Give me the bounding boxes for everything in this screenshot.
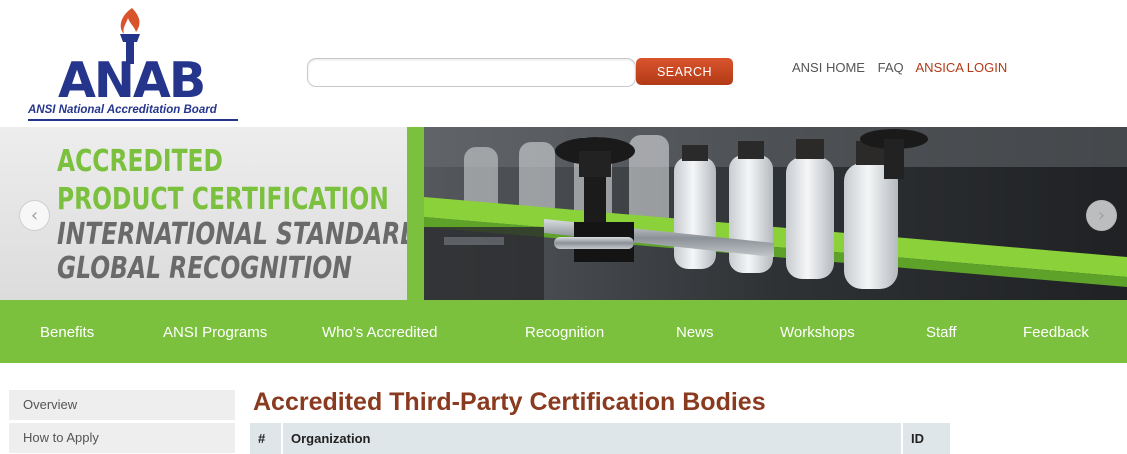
- page-title: Accredited Third-Party Certification Bod…: [253, 388, 766, 416]
- nav-item-news[interactable]: News: [676, 324, 714, 341]
- main-nav: Benefits ANSI Programs Who's Accredited …: [0, 300, 1127, 363]
- table-header: # Organization ID: [250, 423, 950, 454]
- top-links: ANSI HOME FAQ ANSICA LOGIN: [792, 60, 1016, 75]
- column-header-number[interactable]: #: [250, 423, 281, 454]
- banner-accent-bar: [407, 127, 424, 300]
- logo-underline: [28, 119, 238, 121]
- banner-text-panel: ACCREDITED PRODUCT CERTIFICATION INTERNA…: [0, 127, 437, 300]
- sidebar-menu: Overview How to Apply: [9, 390, 235, 454]
- carousel-prev-button[interactable]: ‹: [19, 200, 50, 231]
- banner-photo: [424, 127, 1127, 300]
- banner-subheadline: INTERNATIONAL STANDARDS: [57, 217, 437, 252]
- nav-item-workshops[interactable]: Workshops: [780, 324, 855, 341]
- column-header-id[interactable]: ID: [903, 423, 950, 454]
- hero-carousel: ACCREDITED PRODUCT CERTIFICATION INTERNA…: [0, 127, 1127, 300]
- search-button[interactable]: SEARCH: [636, 58, 733, 85]
- sidebar-item-how-to-apply[interactable]: How to Apply: [9, 423, 235, 453]
- nav-item-whos-accredited[interactable]: Who's Accredited: [322, 324, 437, 341]
- chevron-left-icon: ‹: [30, 205, 39, 226]
- search-input[interactable]: [307, 58, 636, 87]
- nav-item-staff[interactable]: Staff: [926, 324, 957, 341]
- nav-item-benefits[interactable]: Benefits: [40, 324, 94, 341]
- banner-headline: ACCREDITED: [57, 144, 223, 179]
- nav-item-ansi-programs[interactable]: ANSI Programs: [163, 324, 267, 341]
- ansi-home-link[interactable]: ANSI HOME: [792, 60, 865, 75]
- logo-wordmark: ANAB: [58, 52, 206, 109]
- sidebar-item-overview[interactable]: Overview: [9, 390, 235, 420]
- faq-link[interactable]: FAQ: [878, 60, 904, 75]
- banner-headline: PRODUCT CERTIFICATION: [57, 182, 389, 217]
- nav-item-recognition[interactable]: Recognition: [525, 324, 604, 341]
- anab-logo[interactable]: ANAB ANSI National Accreditation Board: [28, 6, 240, 121]
- ansica-login-link[interactable]: ANSICA LOGIN: [916, 60, 1008, 75]
- logo-tagline: ANSI National Accreditation Board: [28, 104, 217, 116]
- carousel-next-button[interactable]: ›: [1086, 200, 1117, 231]
- nav-item-feedback[interactable]: Feedback: [1023, 324, 1089, 341]
- column-header-organization[interactable]: Organization: [283, 423, 901, 454]
- banner-subheadline: GLOBAL RECOGNITION: [57, 251, 352, 286]
- chevron-right-icon: ›: [1097, 205, 1106, 226]
